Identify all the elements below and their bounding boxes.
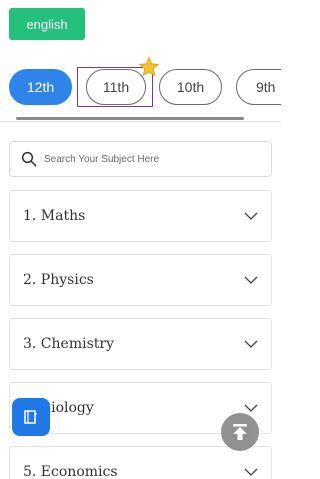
grade-tab-12th[interactable]: 12th — [9, 69, 72, 105]
tabs-scrollbar[interactable] — [16, 117, 244, 120]
subject-label: 1. Maths — [23, 208, 86, 224]
chevron-down-icon — [244, 468, 258, 476]
language-button[interactable]: english — [9, 8, 85, 40]
subject-label: 5. Economics — [23, 464, 118, 479]
search-icon — [21, 151, 37, 167]
chevron-down-icon — [244, 212, 258, 220]
subject-label: 2. Physics — [23, 272, 94, 288]
search-input[interactable] — [44, 153, 254, 165]
grade-tab-9th[interactable]: 9th — [236, 69, 281, 105]
search-box[interactable] — [9, 141, 272, 177]
scroll-to-top-button[interactable] — [221, 413, 259, 451]
subject-label: 3. Chemistry — [23, 336, 114, 352]
chevron-down-icon — [244, 404, 258, 412]
divider — [0, 121, 281, 122]
scroll-to-top-icon — [233, 424, 247, 440]
subject-item-chemistry[interactable]: 3. Chemistry — [9, 318, 272, 370]
subject-item-physics[interactable]: 2. Physics — [9, 254, 272, 306]
book-button[interactable] — [12, 398, 50, 436]
book-icon — [24, 410, 37, 424]
chevron-down-icon — [244, 340, 258, 348]
star-icon — [138, 56, 160, 77]
grade-tab-10th[interactable]: 10th — [159, 69, 222, 105]
subject-item-maths[interactable]: 1. Maths — [9, 190, 272, 242]
chevron-down-icon — [244, 276, 258, 284]
subject-item-economics[interactable]: 5. Economics — [9, 446, 272, 479]
